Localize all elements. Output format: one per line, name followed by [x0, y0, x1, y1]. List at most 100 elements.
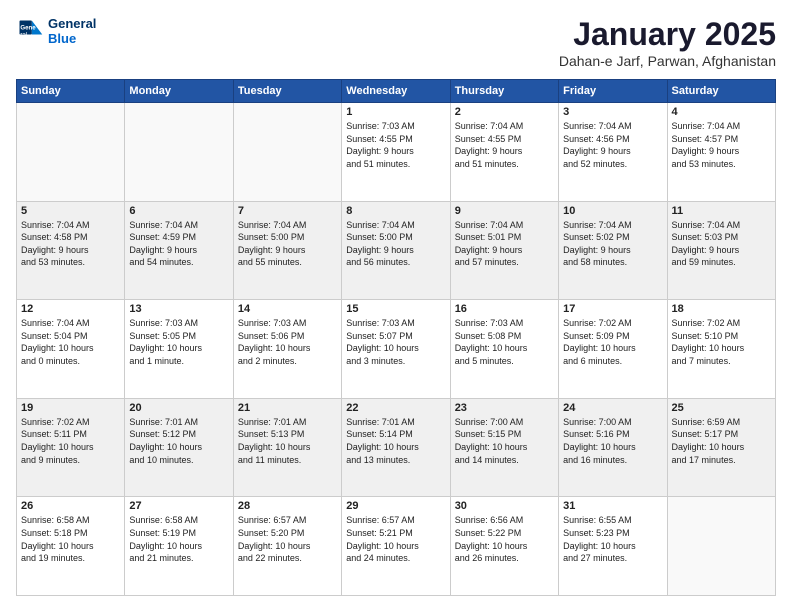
day-number: 3 [563, 106, 662, 118]
day-cell: 29Sunrise: 6:57 AM Sunset: 5:21 PM Dayli… [342, 497, 450, 596]
week-row-4: 19Sunrise: 7:02 AM Sunset: 5:11 PM Dayli… [17, 398, 776, 497]
day-cell: 9 Sunrise: 7:04 AM Sunset: 5:01 PM Daylig… [450, 201, 558, 300]
day-number: 15 [346, 303, 445, 315]
day-cell: 23Sunrise: 7:00 AM Sunset: 5:15 PM Dayli… [450, 398, 558, 497]
svg-text:Gene: Gene [20, 24, 36, 31]
day-info: Sunrise: 7:04 AM Sunset: 5:01 PM Dayligh… [455, 219, 554, 269]
day-cell: 5Sunrise: 7:04 AM Sunset: 4:58 PM Daylig… [17, 201, 125, 300]
day-info: Sunrise: 7:02 AM Sunset: 5:11 PM Dayligh… [21, 416, 120, 466]
day-cell: 17 Sunrise: 7:02 AM Sunset: 5:09 PM Dayli… [559, 300, 667, 399]
day-cell: 30 Sunrise: 6:56 AM Sunset: 5:22 PM Dayli… [450, 497, 558, 596]
col-header-sunday: Sunday [17, 80, 125, 103]
day-info: Sunrise: 7:00 AM Sunset: 5:16 PM Dayligh… [563, 416, 662, 466]
day-number: 1 [346, 106, 445, 118]
week-row-3: 12 Sunrise: 7:04 AM Sunset: 5:04 PM Dayli… [17, 300, 776, 399]
day-cell: 6 Sunrise: 7:04 AM Sunset: 4:59 PM Daylig… [125, 201, 233, 300]
day-number: 21 [238, 402, 337, 414]
calendar-subtitle: Dahan-e Jarf, Parwan, Afghanistan [559, 53, 776, 69]
logo-text: General Blue [48, 16, 96, 46]
day-info: Sunrise: 7:02 AM Sunset: 5:10 PM Dayligh… [672, 317, 771, 367]
day-cell: 26 Sunrise: 6:58 AM Sunset: 5:18 PM Dayli… [17, 497, 125, 596]
day-number: 26 [21, 500, 120, 512]
col-header-wednesday: Wednesday [342, 80, 450, 103]
day-number: 27 [129, 500, 228, 512]
day-number: 18 [672, 303, 771, 315]
day-info: Sunrise: 6:58 AM Sunset: 5:18 PM Dayligh… [21, 514, 120, 564]
day-info: Sunrise: 7:04 AM Sunset: 5:00 PM Dayligh… [238, 219, 337, 269]
day-cell: 19Sunrise: 7:02 AM Sunset: 5:11 PM Dayli… [17, 398, 125, 497]
day-cell: 4 Sunrise: 7:04 AM Sunset: 4:57 PM Daylig… [667, 103, 775, 202]
header-row: SundayMondayTuesdayWednesdayThursdayFrid… [17, 80, 776, 103]
logo: Gene ral General Blue [16, 16, 96, 46]
day-info: Sunrise: 6:56 AM Sunset: 5:22 PM Dayligh… [455, 514, 554, 564]
day-info: Sunrise: 7:04 AM Sunset: 5:02 PM Dayligh… [563, 219, 662, 269]
day-info: Sunrise: 6:57 AM Sunset: 5:20 PM Dayligh… [238, 514, 337, 564]
day-cell: 31Sunrise: 6:55 AM Sunset: 5:23 PM Dayli… [559, 497, 667, 596]
day-cell: 3 Sunrise: 7:04 AM Sunset: 4:56 PM Daylig… [559, 103, 667, 202]
day-cell [667, 497, 775, 596]
day-number: 24 [563, 402, 662, 414]
day-number: 12 [21, 303, 120, 315]
day-info: Sunrise: 7:04 AM Sunset: 4:56 PM Dayligh… [563, 120, 662, 170]
header: Gene ral General Blue January 2025 Dahan… [16, 16, 776, 69]
title-block: January 2025 Dahan-e Jarf, Parwan, Afgha… [559, 16, 776, 69]
day-info: Sunrise: 7:04 AM Sunset: 5:00 PM Dayligh… [346, 219, 445, 269]
svg-text:ral: ral [20, 31, 27, 38]
day-info: Sunrise: 7:04 AM Sunset: 4:58 PM Dayligh… [21, 219, 120, 269]
day-cell [17, 103, 125, 202]
day-cell: 1 Sunrise: 7:03 AM Sunset: 4:55 PM Daylig… [342, 103, 450, 202]
day-info: Sunrise: 6:58 AM Sunset: 5:19 PM Dayligh… [129, 514, 228, 564]
day-number: 11 [672, 205, 771, 217]
day-number: 8 [346, 205, 445, 217]
col-header-friday: Friday [559, 80, 667, 103]
day-cell: 28Sunrise: 6:57 AM Sunset: 5:20 PM Dayli… [233, 497, 341, 596]
col-header-saturday: Saturday [667, 80, 775, 103]
day-number: 2 [455, 106, 554, 118]
day-number: 29 [346, 500, 445, 512]
day-cell: 25 Sunrise: 6:59 AM Sunset: 5:17 PM Dayli… [667, 398, 775, 497]
calendar-title: January 2025 [559, 16, 776, 53]
day-number: 31 [563, 500, 662, 512]
logo-line2: Blue [48, 31, 96, 46]
day-cell: 16 Sunrise: 7:03 AM Sunset: 5:08 PM Dayli… [450, 300, 558, 399]
week-row-5: 26 Sunrise: 6:58 AM Sunset: 5:18 PM Dayli… [17, 497, 776, 596]
logo-line1: General [48, 16, 96, 31]
day-number: 17 [563, 303, 662, 315]
day-number: 4 [672, 106, 771, 118]
col-header-tuesday: Tuesday [233, 80, 341, 103]
day-number: 6 [129, 205, 228, 217]
day-info: Sunrise: 7:03 AM Sunset: 5:06 PM Dayligh… [238, 317, 337, 367]
day-number: 23 [455, 402, 554, 414]
day-info: Sunrise: 7:04 AM Sunset: 5:04 PM Dayligh… [21, 317, 120, 367]
day-number: 9 [455, 205, 554, 217]
day-info: Sunrise: 7:03 AM Sunset: 4:55 PM Dayligh… [346, 120, 445, 170]
day-number: 22 [346, 402, 445, 414]
day-number: 14 [238, 303, 337, 315]
day-cell: 18 Sunrise: 7:02 AM Sunset: 5:10 PM Dayli… [667, 300, 775, 399]
day-number: 16 [455, 303, 554, 315]
day-info: Sunrise: 7:01 AM Sunset: 5:12 PM Dayligh… [129, 416, 228, 466]
day-info: Sunrise: 6:59 AM Sunset: 5:17 PM Dayligh… [672, 416, 771, 466]
day-cell: 11 Sunrise: 7:04 AM Sunset: 5:03 PM Dayli… [667, 201, 775, 300]
day-info: Sunrise: 7:04 AM Sunset: 4:57 PM Dayligh… [672, 120, 771, 170]
day-cell: 8 Sunrise: 7:04 AM Sunset: 5:00 PM Daylig… [342, 201, 450, 300]
week-row-2: 5Sunrise: 7:04 AM Sunset: 4:58 PM Daylig… [17, 201, 776, 300]
day-info: Sunrise: 7:02 AM Sunset: 5:09 PM Dayligh… [563, 317, 662, 367]
day-info: Sunrise: 7:01 AM Sunset: 5:13 PM Dayligh… [238, 416, 337, 466]
day-cell: 13Sunrise: 7:03 AM Sunset: 5:05 PM Dayli… [125, 300, 233, 399]
day-number: 25 [672, 402, 771, 414]
day-cell: 21 Sunrise: 7:01 AM Sunset: 5:13 PM Dayli… [233, 398, 341, 497]
week-row-1: 1 Sunrise: 7:03 AM Sunset: 4:55 PM Daylig… [17, 103, 776, 202]
day-info: Sunrise: 7:03 AM Sunset: 5:07 PM Dayligh… [346, 317, 445, 367]
day-number: 30 [455, 500, 554, 512]
day-info: Sunrise: 7:04 AM Sunset: 4:59 PM Dayligh… [129, 219, 228, 269]
day-cell: 12 Sunrise: 7:04 AM Sunset: 5:04 PM Dayli… [17, 300, 125, 399]
day-cell: 27 Sunrise: 6:58 AM Sunset: 5:19 PM Dayli… [125, 497, 233, 596]
day-cell: 10Sunrise: 7:04 AM Sunset: 5:02 PM Dayli… [559, 201, 667, 300]
page: Gene ral General Blue January 2025 Dahan… [0, 0, 792, 612]
day-info: Sunrise: 7:03 AM Sunset: 5:08 PM Dayligh… [455, 317, 554, 367]
day-cell: 7Sunrise: 7:04 AM Sunset: 5:00 PM Daylig… [233, 201, 341, 300]
day-info: Sunrise: 7:04 AM Sunset: 5:03 PM Dayligh… [672, 219, 771, 269]
day-cell: 15 Sunrise: 7:03 AM Sunset: 5:07 PM Dayli… [342, 300, 450, 399]
day-cell: 2Sunrise: 7:04 AM Sunset: 4:55 PM Daylig… [450, 103, 558, 202]
